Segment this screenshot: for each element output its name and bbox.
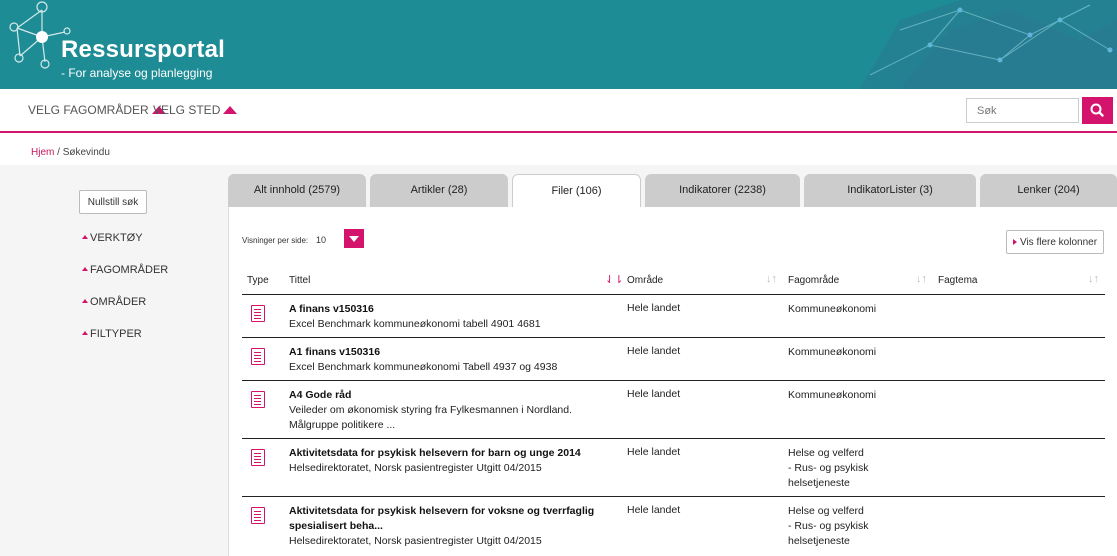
breadcrumb-current: Søkevindu (62, 147, 110, 158)
row-area: Hele landet (627, 446, 681, 458)
row-area: Hele landet (627, 345, 681, 357)
filter-tools[interactable]: VERKTØY (82, 232, 143, 244)
document-icon (251, 348, 265, 365)
top-nav: VELG FAGOMRÅDER VELG STED (0, 89, 1117, 133)
breadcrumb: Hjem / Søkevindu (31, 147, 110, 158)
table-row[interactable]: Aktivitetsdata for psykisk helsevern for… (242, 439, 1105, 497)
results-panel: Visninger per side: 10 Vis flere kolonne… (228, 207, 1117, 556)
document-icon (251, 305, 265, 322)
sort-desc-icon[interactable]: ⇃⇂ (605, 273, 623, 286)
table-row[interactable]: A1 finans v150316 Excel Benchmark kommun… (242, 338, 1105, 381)
row-area: Hele landet (627, 504, 681, 516)
row-subject-line: Helse og velferd (788, 505, 864, 517)
filter-subject-areas[interactable]: FAGOMRÅDER (82, 264, 168, 276)
nav-select-subject-areas[interactable]: VELG FAGOMRÅDER (28, 103, 166, 117)
search-icon (1090, 103, 1104, 117)
search-input[interactable] (966, 98, 1079, 123)
triangle-up-icon (82, 267, 88, 271)
row-title-link[interactable]: A finans v150316 (289, 302, 589, 317)
document-icon (251, 449, 265, 466)
tab-indicators[interactable]: Indikatorer (2238) (645, 174, 800, 207)
show-more-columns-label: Vis flere kolonner (1019, 236, 1098, 248)
nav-label: VELG FAGOMRÅDER (28, 103, 149, 117)
sort-icon[interactable]: ↓↑ (1088, 273, 1099, 285)
site-title[interactable]: Ressursportal (61, 36, 225, 64)
document-icon (251, 391, 265, 408)
per-page-dropdown-button[interactable] (344, 229, 364, 248)
caret-right-icon (1012, 238, 1017, 245)
breadcrumb-home-link[interactable]: Hjem (31, 147, 54, 158)
tab-indicator-lists[interactable]: IndikatorLister (3) (804, 174, 976, 207)
row-title-link[interactable]: A4 Gode råd (289, 388, 589, 403)
filter-label: OMRÅDER (90, 296, 147, 308)
row-description: Målgruppe politikere ... (289, 419, 396, 431)
filter-sidebar: Nullstill søk VERKTØY FAGOMRÅDER OMRÅDER… (0, 165, 228, 556)
row-subject-line: - Rus- og psykisk (788, 520, 869, 532)
site-subtitle: - For analyse og planlegging (61, 66, 213, 80)
tab-all-content[interactable]: Alt innhold (2579) (228, 174, 366, 207)
row-subject-line: Kommuneøkonomi (788, 303, 877, 315)
column-header-theme[interactable]: Fagtema (938, 275, 977, 286)
row-area: Hele landet (627, 302, 681, 314)
row-subject: Helse og velferd - Rus- og psykisk helse… (788, 446, 869, 491)
column-header-type: Type (247, 275, 269, 286)
column-header-area[interactable]: Område (627, 275, 663, 286)
table-row[interactable]: A finans v150316 Excel Benchmark kommune… (242, 295, 1105, 338)
per-page-label: Visninger per side: (242, 236, 309, 245)
column-header-subject[interactable]: Fagområde (788, 275, 839, 286)
filter-label: FAGOMRÅDER (90, 264, 169, 276)
column-header-title[interactable]: Tittel (289, 275, 310, 286)
row-subject-line: Kommuneøkonomi (788, 346, 877, 358)
row-title-link[interactable]: Aktivitetsdata for psykisk helsevern for… (289, 446, 599, 461)
sort-icon[interactable]: ↓↑ (916, 273, 927, 285)
document-icon (251, 507, 265, 524)
row-title-link[interactable]: A1 finans v150316 (289, 345, 589, 360)
row-subject-line: Kommuneøkonomi (788, 389, 877, 401)
row-subject-line: helsetjeneste (788, 477, 850, 489)
triangle-up-icon (223, 106, 238, 114)
header-banner: Ressursportal - For analyse og planleggi… (0, 0, 1117, 89)
row-area: Hele landet (627, 388, 681, 400)
nav-select-place[interactable]: VELG STED (153, 103, 238, 117)
row-subject-line: - Rus- og psykisk (788, 462, 869, 474)
triangle-up-icon (82, 235, 88, 239)
tab-links[interactable]: Lenker (204) (980, 174, 1117, 207)
row-subject: Helse og velferd - Rus- og psykisk helse… (788, 504, 869, 549)
row-subject-line: helsetjeneste (788, 535, 850, 547)
reset-search-button[interactable]: Nullstill søk (79, 190, 147, 214)
per-page-value[interactable]: 10 (316, 235, 326, 245)
nav-label: VELG STED (153, 103, 221, 117)
row-description: Helsedirektoratet, Norsk pasientregister… (289, 462, 542, 474)
triangle-up-icon (82, 331, 88, 335)
triangle-up-icon (82, 299, 88, 303)
sort-icon[interactable]: ↓↑ (766, 273, 777, 285)
filter-label: VERKTØY (90, 232, 143, 244)
row-subject: Kommuneøkonomi (788, 302, 876, 317)
table-row[interactable]: A4 Gode råd Veileder om økonomisk styrin… (242, 381, 1105, 439)
tab-files[interactable]: Filer (106) (512, 174, 641, 208)
search-button[interactable] (1082, 97, 1113, 124)
row-subject: Kommuneøkonomi (788, 345, 876, 360)
row-description: Veileder om økonomisk styring fra Fylkes… (289, 404, 573, 416)
filter-areas[interactable]: OMRÅDER (82, 296, 146, 308)
show-more-columns-button[interactable]: Vis flere kolonner (1006, 230, 1104, 254)
row-description: Helsedirektoratet, Norsk pasientregister… (289, 535, 542, 547)
filter-file-types[interactable]: FILTYPER (82, 328, 142, 340)
row-description: Excel Benchmark kommuneøkonomi Tabell 49… (289, 361, 558, 373)
row-title-link[interactable]: Aktivitetsdata for psykisk helsevern for… (289, 504, 599, 534)
tab-articles[interactable]: Artikler (28) (370, 174, 508, 207)
table-row[interactable]: Aktivitetsdata for psykisk helsevern for… (242, 497, 1105, 556)
row-subject: Kommuneøkonomi (788, 388, 876, 403)
row-subject-line: Helse og velferd (788, 447, 864, 459)
breadcrumb-separator: / (54, 147, 63, 158)
filter-label: FILTYPER (90, 328, 142, 340)
row-description: Excel Benchmark kommuneøkonomi tabell 49… (289, 318, 541, 330)
